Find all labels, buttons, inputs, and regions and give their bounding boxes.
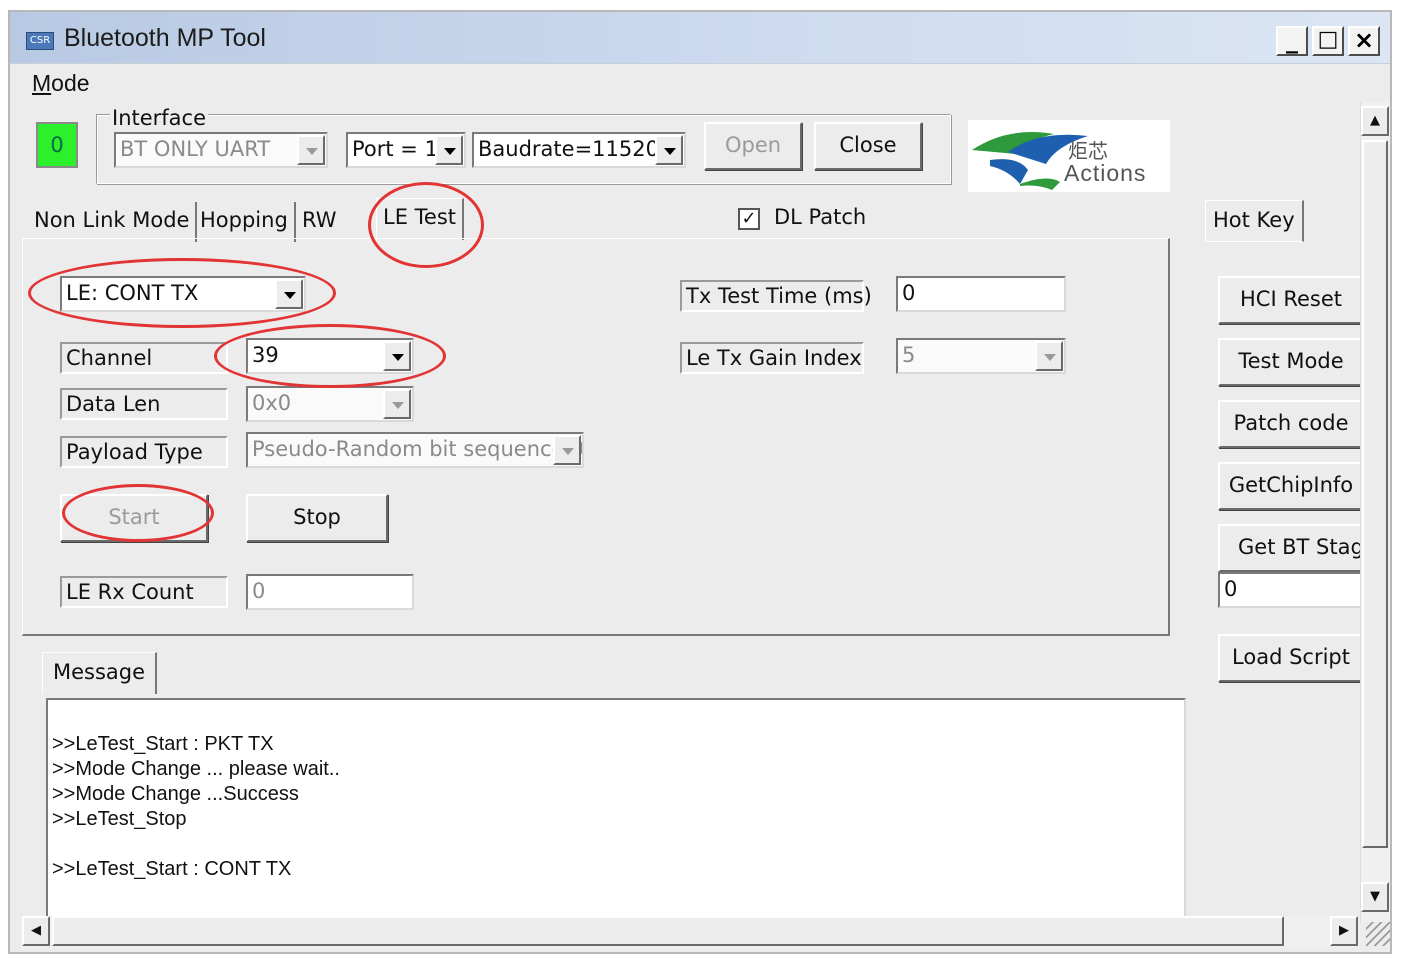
chevron-down-icon[interactable] bbox=[655, 135, 683, 165]
hci-reset-button[interactable]: HCI Reset bbox=[1218, 276, 1364, 324]
le-rx-count-label: LE Rx Count bbox=[60, 576, 228, 608]
chevron-down-icon[interactable] bbox=[275, 279, 303, 309]
logo-brand-text: Actions bbox=[1064, 160, 1147, 186]
scroll-up-arrow-icon[interactable]: ▲ bbox=[1361, 106, 1389, 136]
title-bar[interactable]: CSR Bluetooth MP Tool _ □ × bbox=[10, 12, 1390, 64]
port-select[interactable]: Port = 1 bbox=[346, 132, 466, 168]
chevron-down-icon[interactable] bbox=[383, 389, 411, 419]
tab-non-link-mode[interactable]: Non Link Mode bbox=[28, 202, 198, 242]
close-window-button[interactable]: × bbox=[1348, 26, 1380, 56]
payload-type-value: Pseudo-Random bit sequence 9 bbox=[252, 437, 584, 461]
get-chip-info-button[interactable]: GetChipInfo bbox=[1218, 462, 1364, 510]
le-tx-gain-index-value: 5 bbox=[902, 343, 916, 367]
log-line: >>LeTest_Start : CONT TX bbox=[52, 858, 292, 880]
dl-patch-label: DL Patch bbox=[774, 205, 867, 229]
data-len-select[interactable]: 0x0 bbox=[246, 386, 414, 422]
le-tx-gain-index-select[interactable]: 5 bbox=[896, 338, 1066, 374]
log-line: >>LeTest_Start : PKT TX bbox=[52, 733, 274, 755]
bt-stage-field[interactable]: 0 bbox=[1218, 572, 1364, 608]
chevron-down-icon[interactable] bbox=[435, 135, 463, 165]
vertical-scroll-thumb[interactable] bbox=[1362, 140, 1388, 848]
baudrate-value: Baudrate=115200 bbox=[478, 137, 673, 161]
channel-value: 39 bbox=[252, 343, 279, 367]
bt-mode-select[interactable]: BT ONLY UART bbox=[114, 132, 328, 168]
main-window: CSR Bluetooth MP Tool _ □ × Mode 0 Inter… bbox=[8, 10, 1392, 954]
menu-mode-accelerator: M bbox=[32, 70, 52, 96]
logo-chinese-text: 炬芯 bbox=[1068, 139, 1108, 163]
log-line: >>LeTest_Stop bbox=[52, 808, 187, 830]
chevron-down-icon[interactable] bbox=[1035, 341, 1063, 371]
log-line: >>Mode Change ... please wait.. bbox=[52, 758, 340, 780]
patch-code-button[interactable]: Patch code bbox=[1218, 400, 1364, 448]
payload-type-select[interactable]: Pseudo-Random bit sequence 9 bbox=[246, 432, 584, 468]
resize-grip-icon[interactable] bbox=[1366, 922, 1390, 946]
tab-le-test[interactable]: LE Test bbox=[376, 198, 464, 240]
bt-mode-value: BT ONLY UART bbox=[120, 137, 271, 161]
le-tx-gain-index-label: Le Tx Gain Index bbox=[680, 342, 864, 374]
le-test-mode-select[interactable]: LE: CONT TX bbox=[60, 276, 306, 312]
menu-mode-label: ode bbox=[51, 70, 90, 96]
maximize-button[interactable]: □ bbox=[1312, 26, 1344, 56]
test-mode-button[interactable]: Test Mode bbox=[1218, 338, 1364, 386]
data-len-label: Data Len bbox=[60, 388, 228, 420]
chevron-down-icon[interactable] bbox=[297, 135, 325, 165]
menu-mode[interactable]: Mode bbox=[32, 70, 90, 97]
le-test-mode-value: LE: CONT TX bbox=[66, 281, 199, 305]
app-icon[interactable]: CSR bbox=[26, 32, 54, 50]
minimize-button[interactable]: _ bbox=[1276, 26, 1308, 56]
scroll-left-arrow-icon[interactable]: ◀ bbox=[22, 916, 50, 946]
tx-test-time-label: Tx Test Time (ms) bbox=[680, 280, 872, 312]
message-log[interactable]: >>LeTest_Start : PKT TX >>Mode Change ..… bbox=[46, 698, 1186, 918]
le-rx-count-field[interactable]: 0 bbox=[246, 574, 414, 610]
window-title: Bluetooth MP Tool bbox=[64, 24, 266, 52]
payload-type-label: Payload Type bbox=[60, 436, 228, 468]
connection-status-indicator: 0 bbox=[36, 122, 78, 168]
load-script-button[interactable]: Load Script bbox=[1218, 634, 1364, 682]
tx-test-time-field[interactable]: 0 bbox=[896, 276, 1066, 312]
open-button[interactable]: Open bbox=[704, 122, 802, 170]
actions-logo: 炬芯 Actions bbox=[968, 120, 1170, 192]
data-len-value: 0x0 bbox=[252, 391, 292, 415]
tab-message[interactable]: Message bbox=[42, 652, 158, 694]
tab-hot-key[interactable]: Hot Key bbox=[1205, 200, 1304, 242]
chevron-down-icon[interactable] bbox=[553, 435, 581, 465]
stop-button[interactable]: Stop bbox=[246, 494, 388, 542]
baudrate-select[interactable]: Baudrate=115200 bbox=[472, 132, 686, 168]
port-value: Port = 1 bbox=[352, 137, 438, 161]
tab-hopping[interactable]: Hopping bbox=[194, 202, 296, 242]
channel-select[interactable]: 39 bbox=[246, 338, 414, 374]
dl-patch-checkbox[interactable]: ✓ bbox=[738, 208, 760, 230]
log-line: >>Mode Change ...Success bbox=[52, 783, 299, 805]
close-port-button[interactable]: Close bbox=[814, 122, 922, 170]
get-bt-stage-button[interactable]: Get BT Stage bbox=[1218, 524, 1364, 572]
interface-group-label: Interface bbox=[110, 106, 209, 130]
channel-label: Channel bbox=[60, 342, 228, 374]
chevron-down-icon[interactable] bbox=[383, 341, 411, 371]
scroll-right-arrow-icon[interactable]: ▶ bbox=[1330, 916, 1358, 946]
tab-rw[interactable]: RW bbox=[296, 202, 343, 242]
start-button[interactable]: Start bbox=[60, 494, 208, 542]
menu-bar: Mode bbox=[10, 66, 1390, 102]
horizontal-scroll-thumb[interactable] bbox=[52, 916, 1284, 946]
scroll-down-arrow-icon[interactable]: ▼ bbox=[1361, 882, 1389, 912]
